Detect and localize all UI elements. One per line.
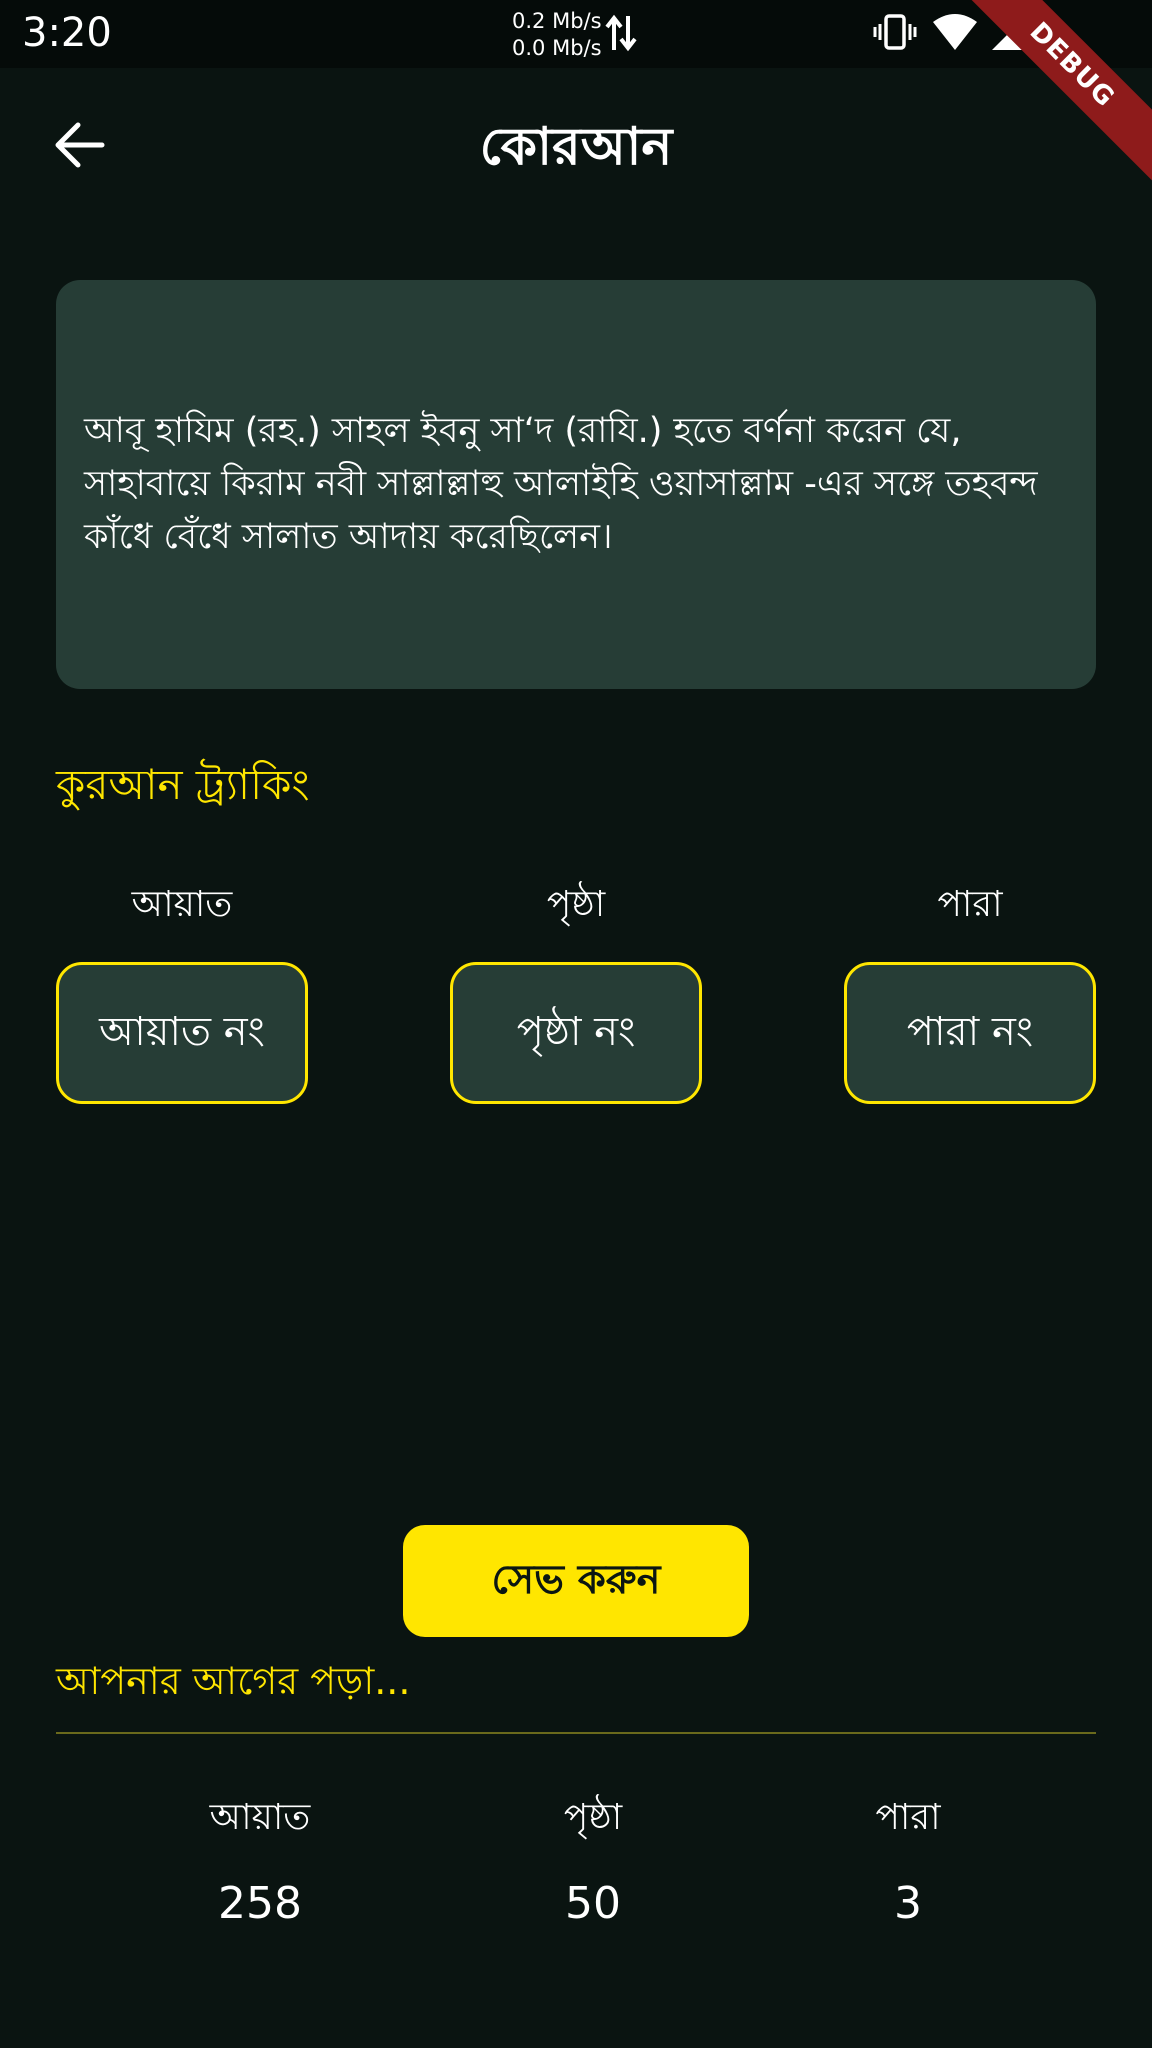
status-bar: 3:20 0.2 Mb/s 0.0 Mb/s xyxy=(0,0,1152,68)
divider xyxy=(56,1732,1096,1734)
data-transfer-icon xyxy=(605,14,637,52)
prev-para-label: পারা xyxy=(875,1797,941,1838)
page-label: পৃষ্ঠা xyxy=(546,884,606,925)
page-input[interactable]: পৃষ্ঠা নং xyxy=(450,962,702,1104)
hadith-card: আবূ হাযিম (রহ.) সাহল ইবনু সা‘দ (রাযি.) হ… xyxy=(56,280,1096,689)
prev-ayat-value: 258 xyxy=(218,1878,302,1929)
ayat-label: আয়াত xyxy=(131,884,233,925)
para-label: পারা xyxy=(937,884,1003,925)
previous-reading-title: আপনার আগের পড়া... xyxy=(56,1659,411,1703)
prev-ayat-label: আয়াত xyxy=(209,1797,311,1838)
network-speed: 0.2 Mb/s 0.0 Mb/s xyxy=(512,8,602,62)
tracking-section-title: কুরআন ট্র্যাকিং xyxy=(56,760,310,809)
para-input[interactable]: পারা নং xyxy=(844,962,1096,1104)
upload-speed: 0.2 Mb/s xyxy=(512,9,602,33)
app-bar: কোরআন xyxy=(0,68,1152,218)
save-button[interactable]: সেভ করুন xyxy=(403,1525,749,1637)
download-speed: 0.0 Mb/s xyxy=(512,36,602,60)
hadith-text: আবূ হাযিম (রহ.) সাহল ইবনু সা‘দ (রাযি.) হ… xyxy=(84,411,1038,557)
ayat-input[interactable]: আয়াত নং xyxy=(56,962,308,1104)
page-title: কোরআন xyxy=(479,117,673,177)
vibrate-icon xyxy=(873,14,917,50)
prev-page-value: 50 xyxy=(565,1878,621,1929)
wifi-icon xyxy=(933,14,978,50)
prev-para-value: 3 xyxy=(894,1878,922,1929)
status-time: 3:20 xyxy=(22,10,112,56)
prev-page-label: পৃষ্ঠা xyxy=(563,1797,623,1838)
